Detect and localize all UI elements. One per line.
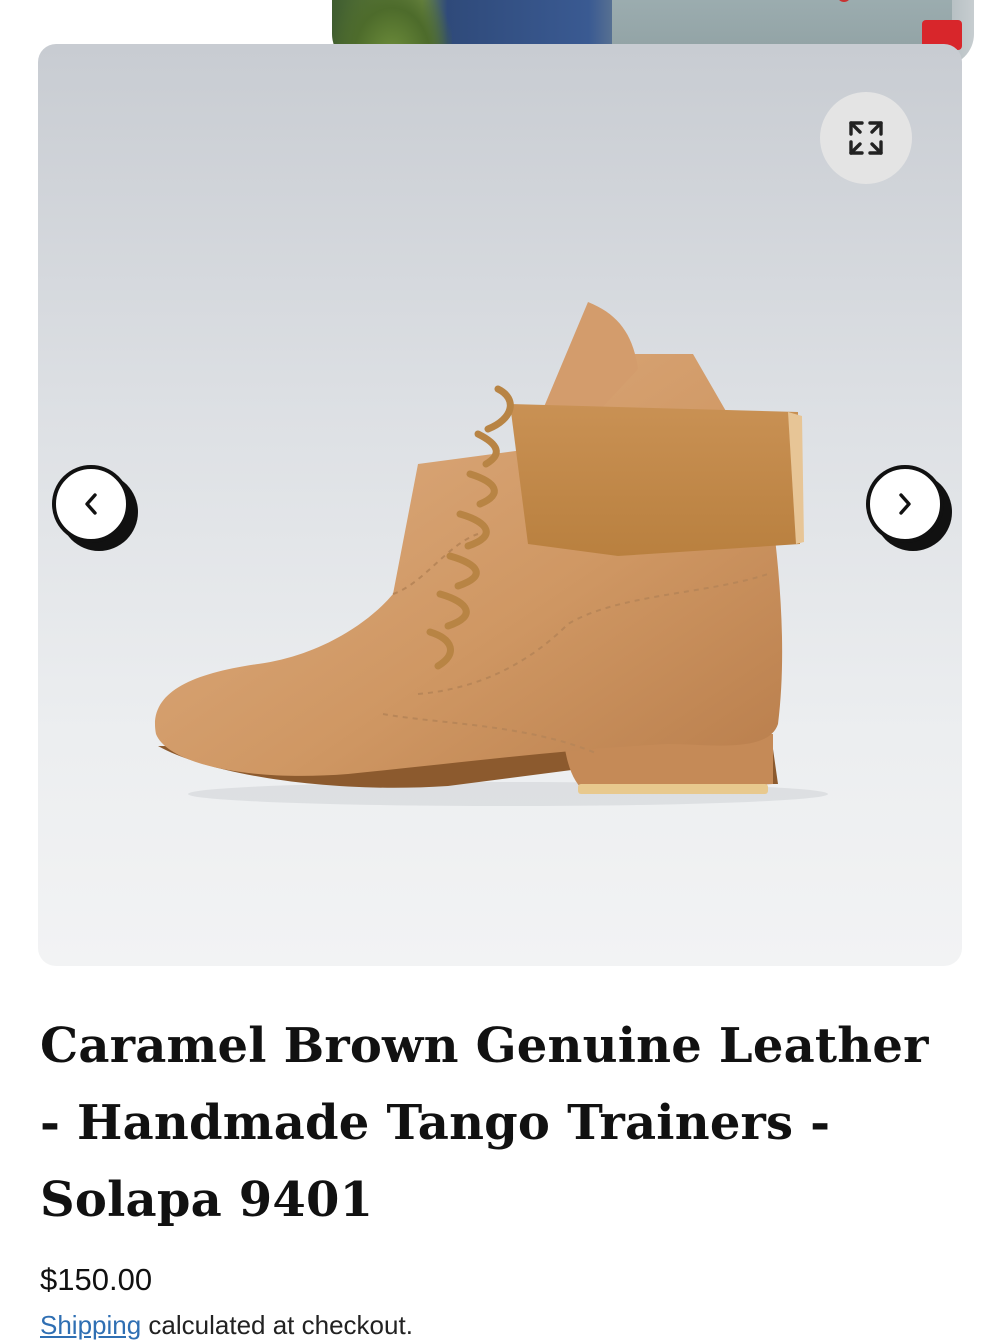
- chevron-right-icon: [899, 493, 911, 515]
- shipping-note: Shipping calculated at checkout.: [40, 1310, 413, 1341]
- chevron-left-icon: [85, 493, 97, 515]
- shipping-link[interactable]: Shipping: [40, 1310, 141, 1340]
- product-image-boot: [154, 302, 828, 806]
- expand-arrows-icon: [849, 121, 883, 155]
- previous-image-button[interactable]: [52, 465, 130, 543]
- next-image-button[interactable]: [866, 465, 944, 543]
- expand-image-button[interactable]: [820, 92, 912, 184]
- shipping-note-text: calculated at checkout.: [141, 1310, 413, 1340]
- product-title: Caramel Brown Genuine Leather - Handmade…: [40, 1018, 929, 1228]
- product-image-gallery[interactable]: [38, 44, 962, 966]
- product-price: $150.00: [40, 1262, 153, 1297]
